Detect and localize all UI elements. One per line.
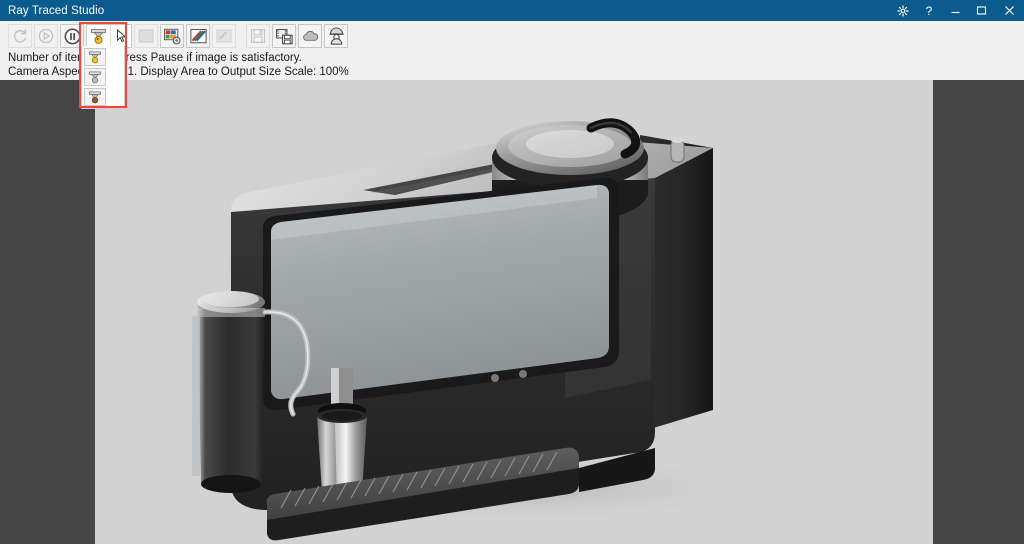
app-window: Ray Traced Studio ? Number of itera Came… (0, 0, 1024, 544)
gear-icon[interactable] (890, 0, 916, 21)
espresso-machine-render (95, 80, 933, 544)
quality-option-bronze[interactable] (82, 87, 124, 107)
display-scale-text: 0:1. Display Area to Output Size Scale: … (118, 66, 349, 78)
grey-clip-icon[interactable] (212, 24, 236, 48)
render-viewport[interactable] (0, 80, 1024, 544)
title-bar: Ray Traced Studio ? (0, 0, 1024, 21)
render-quality-split-button[interactable] (86, 24, 132, 48)
pause-icon[interactable] (60, 24, 84, 48)
cloud-icon[interactable] (298, 24, 322, 48)
quality-option-gold[interactable] (82, 47, 124, 67)
film-floppy-icon[interactable] (272, 24, 296, 48)
silver-medal-icon (84, 68, 106, 86)
rendered-image[interactable] (95, 80, 933, 544)
close-icon[interactable] (994, 0, 1024, 21)
letterbox-left (0, 80, 95, 544)
quality-option-silver[interactable] (82, 67, 124, 87)
letterbox-right (933, 80, 1024, 544)
bronze-medal-icon (84, 88, 106, 106)
circular-arrow-icon[interactable] (8, 24, 32, 48)
image-gear-icon[interactable] (160, 24, 184, 48)
person-helmet-icon[interactable] (324, 24, 348, 48)
color-sliders-icon[interactable] (186, 24, 210, 48)
iterations-label: Number of itera (8, 52, 88, 64)
floppy-disk-icon[interactable] (246, 24, 270, 48)
gold-medal-icon (84, 48, 106, 66)
minimize-icon[interactable] (942, 0, 968, 21)
grey-square-icon[interactable] (134, 24, 158, 48)
main-toolbar (0, 21, 1024, 51)
window-title: Ray Traced Studio (8, 4, 105, 17)
maximize-icon[interactable] (968, 0, 994, 21)
question-icon[interactable]: ? (916, 0, 942, 21)
render-info-panel: Number of itera Camera Aspect R Press Pa… (0, 51, 1024, 80)
render-quality-dropdown[interactable] (81, 46, 125, 109)
question-glyph: ? (925, 3, 933, 18)
quality-dropdown-arrow[interactable] (111, 25, 131, 47)
play-icon[interactable] (34, 24, 58, 48)
pause-hint-text: Press Pause if image is satisfactory. (118, 52, 302, 64)
gold-medal-icon[interactable] (87, 25, 111, 47)
